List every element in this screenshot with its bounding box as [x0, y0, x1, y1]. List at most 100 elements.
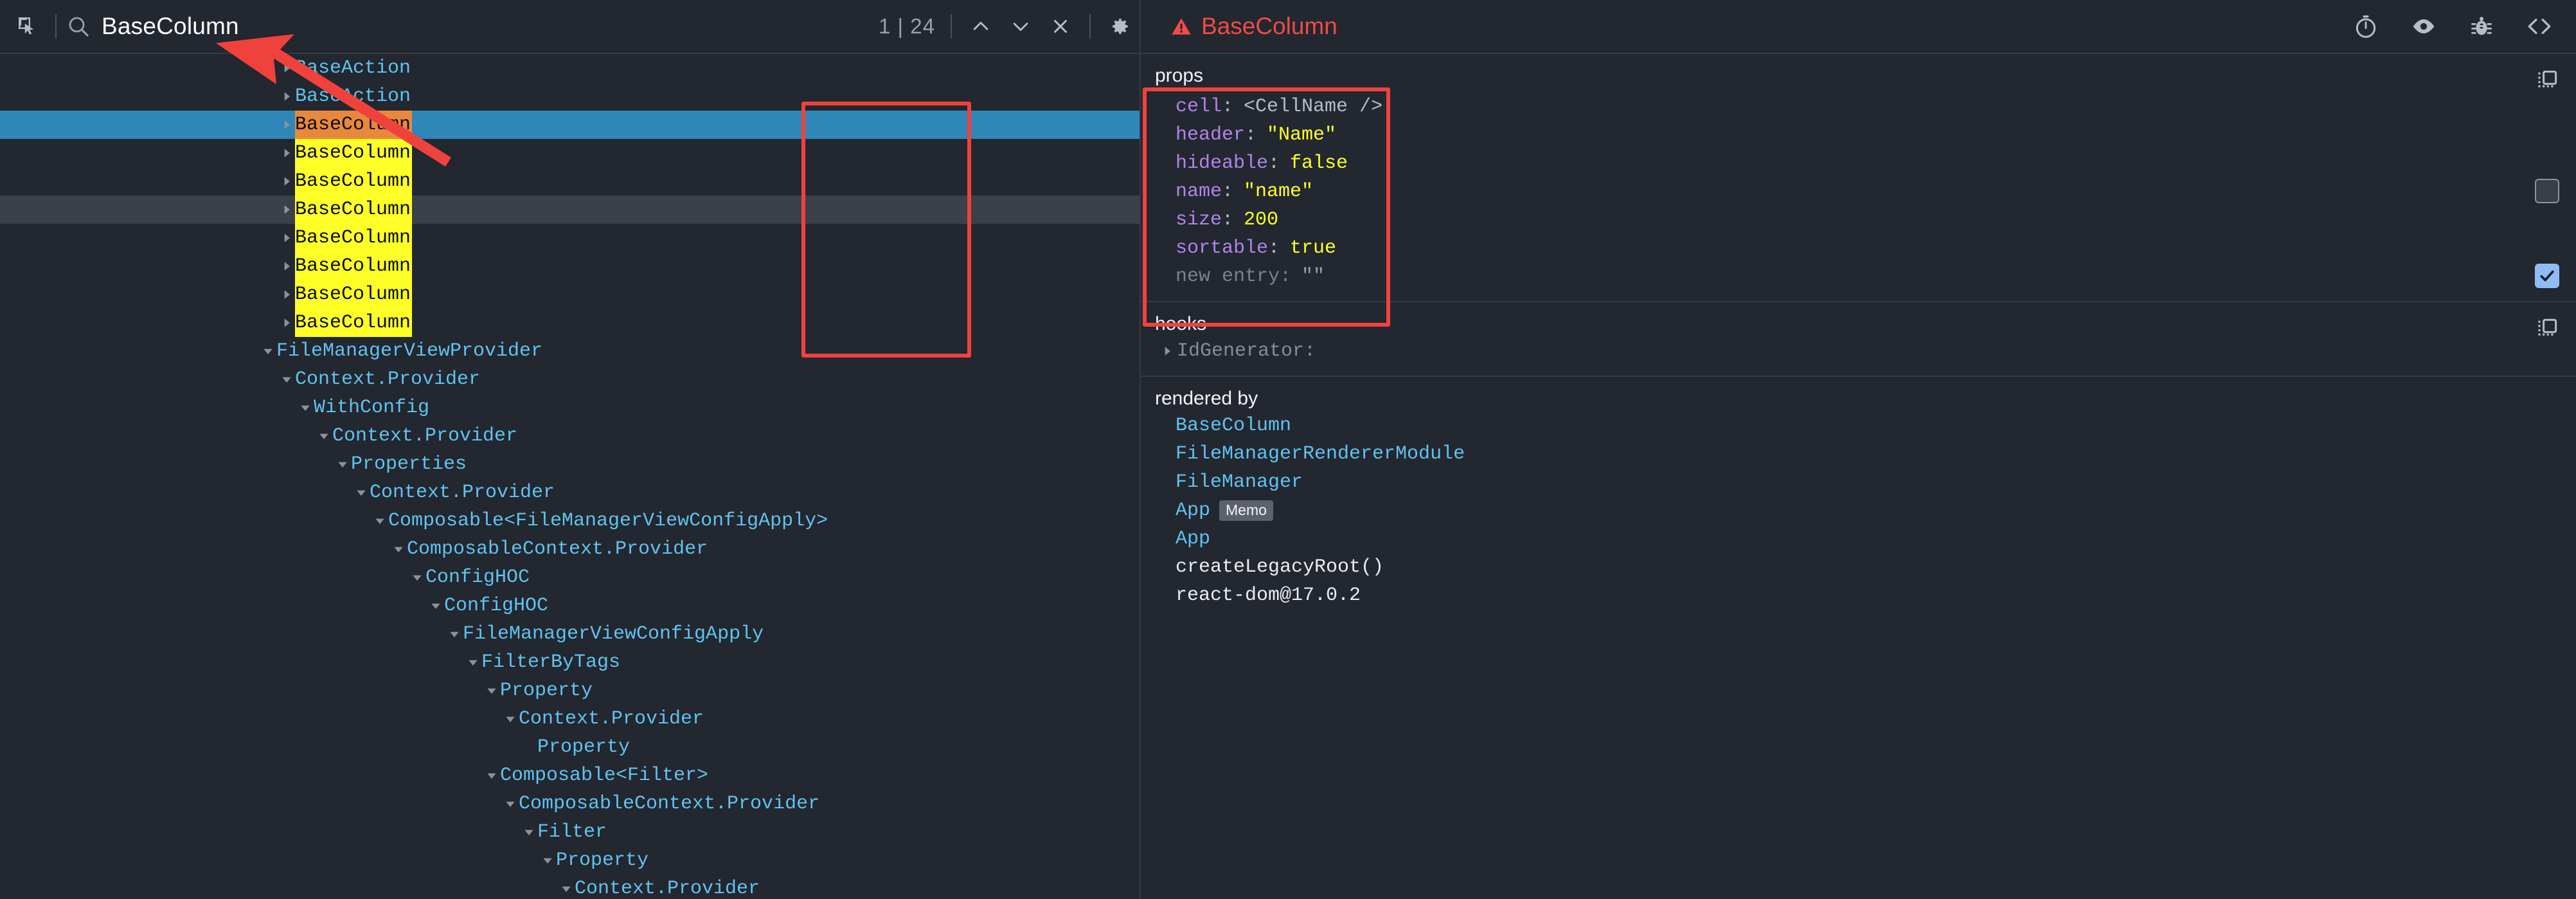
tree-row[interactable]: BaseColumn	[0, 111, 1140, 139]
hideable-checkbox[interactable]	[2535, 179, 2559, 203]
rendered-by-item[interactable]: AppMemo	[1141, 496, 2576, 525]
tree-row[interactable]: FileManagerViewConfigApply	[0, 620, 1140, 648]
tree-row[interactable]: FilterByTags	[0, 648, 1140, 677]
chevron-down-icon[interactable]	[446, 620, 463, 648]
chevron-right-icon[interactable]	[278, 139, 295, 167]
chevron-down-icon[interactable]	[297, 394, 314, 422]
chevron-right-icon[interactable]	[278, 167, 295, 195]
chevron-down-icon[interactable]	[371, 507, 388, 535]
tree-row[interactable]: Properties	[0, 450, 1140, 478]
chevron-right-icon[interactable]	[278, 309, 295, 337]
chevron-down-icon[interactable]	[539, 846, 556, 875]
chevron-right-icon[interactable]	[1158, 337, 1177, 365]
rendered-by-item[interactable]: FileManager	[1141, 468, 2576, 496]
tree-row[interactable]: BaseColumn	[0, 139, 1140, 167]
tree-row[interactable]: BaseColumn	[0, 309, 1140, 337]
select-element-icon[interactable]	[9, 8, 46, 45]
profiler-timer-icon[interactable]	[2351, 12, 2381, 41]
sortable-checkbox[interactable]	[2535, 264, 2559, 288]
tree-row[interactable]: FileManagerViewProvider	[0, 337, 1140, 365]
debug-bug-icon[interactable]	[2467, 12, 2496, 41]
chevron-down-icon[interactable]	[483, 677, 500, 705]
prop-row[interactable]: cell:<CellName />	[1141, 93, 2576, 121]
chevron-right-icon[interactable]	[278, 82, 295, 111]
chevron-down-icon[interactable]	[316, 422, 332, 450]
chevron-down-icon[interactable]	[390, 535, 407, 563]
chevron-down-icon[interactable]	[558, 875, 575, 899]
chevron-down-icon[interactable]	[353, 478, 370, 507]
chevron-down-icon[interactable]	[465, 648, 481, 677]
tree-row[interactable]: BaseAction	[0, 82, 1140, 111]
prop-row[interactable]: header:"Name"	[1141, 121, 2576, 149]
tree-row[interactable]: BaseColumn	[0, 167, 1140, 195]
tree-row[interactable]: Composable<Filter>	[0, 761, 1140, 790]
prop-value[interactable]: "name"	[1244, 181, 1313, 203]
tree-row[interactable]: BaseAction	[0, 54, 1140, 82]
copy-to-clipboard-icon[interactable]	[2535, 316, 2559, 341]
prop-key: new entry	[1176, 266, 1280, 287]
tree-row[interactable]: Context.Provider	[0, 365, 1140, 394]
search-input[interactable]	[102, 13, 872, 40]
chevron-down-icon[interactable]	[427, 592, 444, 620]
tree-row[interactable]: BaseColumn	[0, 280, 1140, 309]
chevron-right-icon[interactable]	[278, 111, 295, 139]
close-icon[interactable]	[1041, 8, 1080, 45]
chevron-right-icon[interactable]	[278, 252, 295, 280]
tree-row[interactable]: ConfigHOC	[0, 592, 1140, 620]
tree-row[interactable]: BaseColumn	[0, 224, 1140, 252]
chevron-down-icon[interactable]	[502, 705, 519, 733]
tree-row[interactable]: WithConfig	[0, 394, 1140, 422]
tree-row[interactable]: ComposableContext.Provider	[0, 790, 1140, 818]
prop-row[interactable]: hideable:false	[1141, 149, 2576, 177]
tree-row[interactable]: Property	[0, 846, 1140, 875]
chevron-down-icon[interactable]	[1001, 8, 1041, 45]
chevron-down-icon[interactable]	[409, 563, 425, 592]
tree-row[interactable]: BaseColumn	[0, 252, 1140, 280]
chevron-down-icon[interactable]	[334, 450, 351, 478]
prop-value[interactable]: 200	[1244, 209, 1278, 231]
prop-row[interactable]: sortable:true	[1141, 234, 2576, 262]
chevron-right-icon[interactable]	[278, 54, 295, 82]
tree-row[interactable]: Filter	[0, 818, 1140, 846]
chevron-up-icon[interactable]	[961, 8, 1001, 45]
prop-row[interactable]: size:200	[1141, 206, 2576, 234]
prop-value[interactable]: false	[1290, 152, 1348, 174]
copy-to-clipboard-icon[interactable]	[2535, 68, 2559, 93]
prop-row[interactable]: new entry:""	[1141, 262, 2576, 291]
tree-row[interactable]: ComposableContext.Provider	[0, 535, 1140, 563]
prop-value[interactable]: "Name"	[1267, 124, 1336, 146]
chevron-down-icon[interactable]	[521, 818, 537, 846]
chevron-right-icon[interactable]	[278, 224, 295, 252]
prop-value[interactable]: true	[1290, 237, 1336, 259]
rendered-by-item[interactable]: FileManagerRendererModule	[1141, 440, 2576, 468]
detail-pane: props ce	[1141, 54, 2576, 899]
toolbar-divider-1	[55, 14, 57, 39]
prop-row[interactable]: name:"name"	[1141, 177, 2576, 206]
gear-icon[interactable]	[1100, 8, 1140, 45]
rendered-by-item[interactable]: BaseColumn	[1141, 412, 2576, 440]
tree-row[interactable]: Context.Provider	[0, 478, 1140, 507]
prop-colon: :	[1222, 96, 1233, 118]
tree-row[interactable]: Composable<FileManagerViewConfigApply>	[0, 507, 1140, 535]
tree-row[interactable]: Property	[0, 677, 1140, 705]
view-source-icon[interactable]	[2525, 12, 2554, 41]
tree-row[interactable]: Context.Provider	[0, 422, 1140, 450]
tree-row[interactable]: ConfigHOC	[0, 563, 1140, 592]
tree-row[interactable]: BaseColumn	[0, 195, 1140, 224]
prop-value[interactable]: <CellName />	[1244, 96, 1382, 118]
chevron-down-icon[interactable]	[483, 761, 500, 790]
tree-row[interactable]: Context.Provider	[0, 705, 1140, 733]
prop-value[interactable]: ""	[1301, 266, 1325, 287]
chevron-right-icon[interactable]	[278, 195, 295, 224]
chevron-right-icon[interactable]	[278, 280, 295, 309]
chevron-down-icon[interactable]	[278, 365, 295, 394]
tree-node-label: Composable<FileManagerViewConfigApply>	[388, 507, 829, 535]
chevron-down-icon[interactable]	[502, 790, 519, 818]
tree-row[interactable]: Context.Provider	[0, 875, 1140, 899]
hook-row[interactable]: IdGenerator:	[1141, 337, 2576, 365]
component-tree[interactable]: BaseActionBaseActionBaseColumnBaseColumn…	[0, 54, 1141, 899]
inspect-eye-icon[interactable]	[2409, 12, 2438, 41]
tree-row[interactable]: Property	[0, 733, 1140, 761]
rendered-by-item[interactable]: App	[1141, 525, 2576, 553]
chevron-down-icon[interactable]	[260, 337, 276, 365]
